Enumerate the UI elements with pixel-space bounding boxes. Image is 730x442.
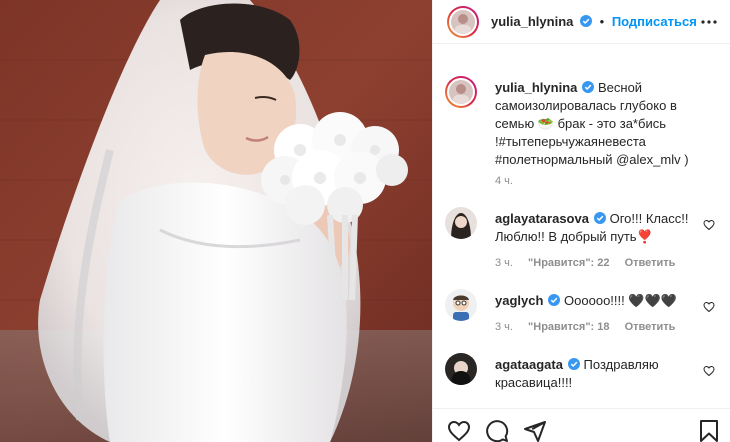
comment-icon[interactable] [485, 419, 509, 442]
comment-item: yaglych Оооооо!!!! 🖤🖤🖤 3 ч. "Нравится": … [445, 289, 715, 349]
share-icon[interactable] [523, 419, 547, 442]
caption-username[interactable]: yulia_hlynina [495, 80, 577, 95]
author-username[interactable]: yulia_hlynina [491, 14, 573, 29]
commenter-avatar[interactable] [445, 207, 477, 239]
comment-meta: 3 ч. "Нравится": 22 Ответить [495, 257, 687, 269]
comment-text-wrap: yaglych Оооооо!!!! 🖤🖤🖤 [495, 292, 695, 310]
verified-icon [567, 358, 580, 370]
heart-icon[interactable] [703, 219, 715, 231]
heart-icon[interactable] [447, 419, 471, 442]
verified-icon [548, 294, 561, 306]
author-avatar[interactable] [447, 6, 479, 38]
reply-button[interactable]: Ответить [625, 257, 676, 269]
reply-button[interactable]: Ответить [625, 321, 676, 333]
heart-icon[interactable] [703, 301, 715, 313]
verified-icon [580, 15, 592, 27]
caption-block: yulia_hlynina Весной самоизолировалась г… [445, 76, 715, 187]
comment-username[interactable]: aglayatarasova [495, 211, 589, 226]
post-photo[interactable] [0, 0, 432, 442]
post-side-panel: yulia_hlynina • Подписаться yulia_hlynin… [432, 0, 730, 442]
comment-username[interactable]: yaglych [495, 293, 543, 308]
comment-time[interactable]: 3 ч. [495, 257, 513, 269]
comments-list[interactable]: yulia_hlynina Весной самоизолировалась г… [433, 45, 730, 405]
comment-text-wrap: agataagata Поздравляю красавица!!!! [495, 356, 695, 392]
comment-time[interactable]: 3 ч. [495, 321, 513, 333]
comment-text: Оооооо!!!! 🖤🖤🖤 [564, 293, 677, 308]
comment-text-wrap: aglayatarasova Ого!!! Класс!! Люблю!! В … [495, 210, 695, 246]
comment-meta: 3 ч. "Нравится": 18 Ответить [495, 321, 687, 333]
commenter-avatar[interactable] [445, 353, 477, 385]
caption-avatar[interactable] [445, 76, 477, 108]
caption-text-wrap: yulia_hlynina Весной самоизолировалась г… [495, 79, 695, 169]
comment-likes[interactable]: "Нравится": 22 [528, 257, 609, 269]
follow-button[interactable]: Подписаться [612, 14, 697, 29]
bookmark-icon[interactable] [697, 419, 721, 442]
comment-item: agataagata Поздравляю красавица!!!! [445, 353, 715, 403]
action-bar [433, 408, 730, 442]
caption-meta: 4 ч. [495, 175, 525, 187]
comment-item: aglayatarasova Ого!!! Класс!! Люблю!! В … [445, 207, 715, 277]
separator-dot: • [599, 14, 605, 29]
post-header: yulia_hlynina • Подписаться [433, 0, 730, 44]
header-author-line: yulia_hlynina • Подписаться [491, 14, 697, 29]
comment-likes[interactable]: "Нравится": 18 [528, 321, 609, 333]
commenter-avatar[interactable] [445, 289, 477, 321]
bride-illustration [0, 0, 432, 442]
more-icon[interactable] [699, 12, 719, 32]
verified-icon [593, 212, 606, 224]
heart-icon[interactable] [703, 365, 715, 377]
comment-username[interactable]: agataagata [495, 357, 563, 372]
caption-time[interactable]: 4 ч. [495, 175, 513, 187]
verified-icon [582, 81, 595, 93]
